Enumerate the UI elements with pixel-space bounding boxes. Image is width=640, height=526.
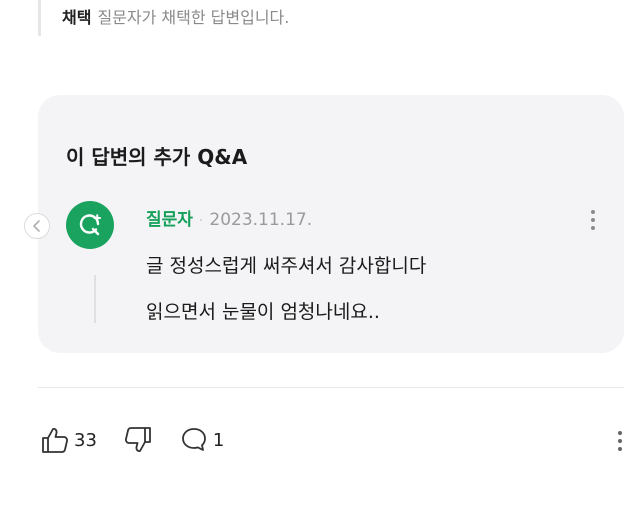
prev-arrow-button[interactable] <box>24 213 50 239</box>
dislike-button[interactable] <box>123 425 153 455</box>
question-add-icon <box>79 214 101 236</box>
adoption-note: 채택 질문자가 채택한 답변입니다. <box>62 4 289 28</box>
comment-button[interactable]: 1 <box>179 425 224 455</box>
action-bar: 33 1 <box>40 422 250 458</box>
author-row: 질문자 · 2023.11.17. <box>146 205 312 230</box>
comment-count: 1 <box>212 429 225 451</box>
answer-page: 채택 질문자가 채택한 답변입니다. 이 답변의 추가 Q&A 질문자 · 2023.… <box>0 0 640 526</box>
divider <box>38 387 624 388</box>
like-count: 33 <box>74 429 97 451</box>
adoption-tag: 채택 <box>62 8 92 27</box>
chevron-left-icon <box>33 220 40 232</box>
author-name[interactable]: 질문자 <box>146 210 193 230</box>
adoption-text: 질문자가 채택한 답변입니다. <box>97 8 290 27</box>
comment-icon <box>182 428 206 451</box>
more-vertical-icon <box>618 431 622 451</box>
avatar <box>66 201 114 249</box>
more-vertical-icon <box>591 210 595 230</box>
comment-line: 글 정성스럽게 써주셔서 감사합니다 <box>146 255 427 277</box>
thread-line <box>94 275 96 323</box>
additional-qa-card: 이 답변의 추가 Q&A 질문자 · 2023.11.17. 글 정성스럽게 써… <box>24 95 624 353</box>
like-button[interactable]: 33 <box>40 425 97 455</box>
author-separator: · <box>198 213 204 229</box>
thumbs-up-icon <box>42 428 68 453</box>
qa-more-button[interactable] <box>586 207 600 233</box>
adoption-quote-bar <box>38 0 41 36</box>
qa-comment-body: 글 정성스럽게 써주셔서 감사합니다 읽으면서 눈물이 엄청나네요.. <box>146 243 586 335</box>
comment-line: 읽으면서 눈물이 엄청나네요.. <box>146 301 380 323</box>
post-date: 2023.11.17. <box>209 210 313 230</box>
answer-more-button[interactable] <box>614 428 626 454</box>
qa-title: 이 답변의 추가 Q&A <box>66 145 248 169</box>
thumbs-down-icon <box>124 427 151 452</box>
